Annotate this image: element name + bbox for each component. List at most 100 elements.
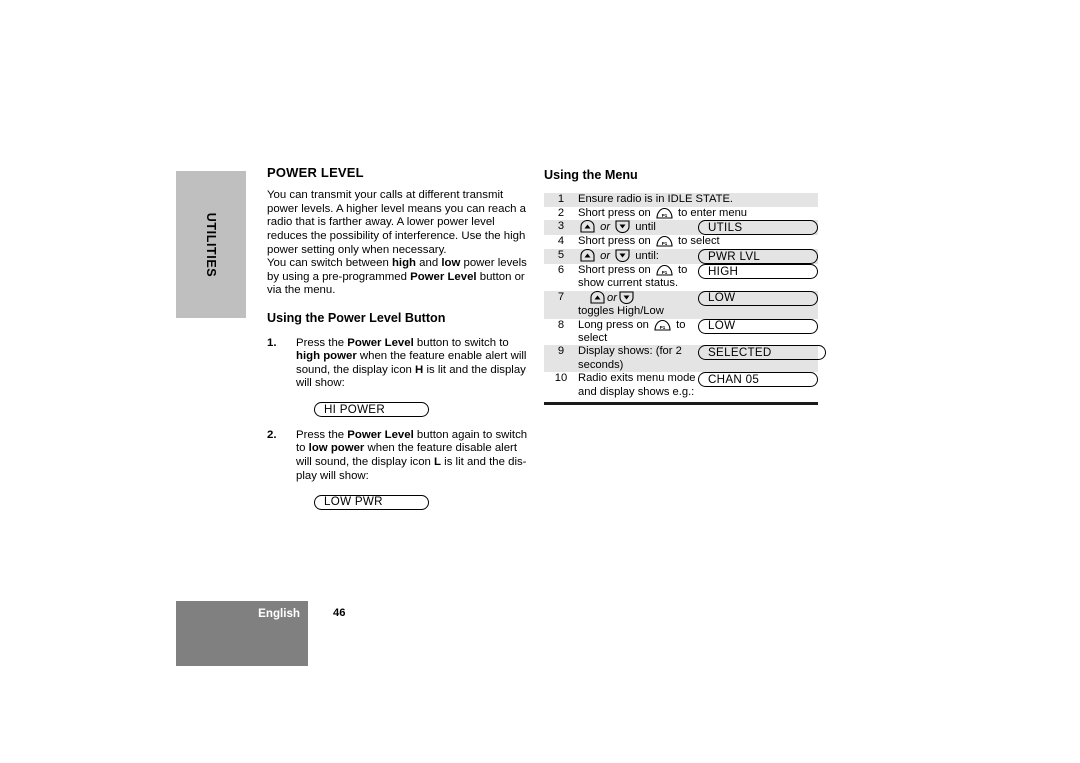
r7-keys: or	[578, 290, 698, 305]
row-display: LOW	[698, 290, 818, 319]
table-row: 4 Short press on P1 to select	[544, 235, 818, 248]
table-row: 8 Long press on P1 to select LOW	[544, 318, 818, 346]
svg-text:P1: P1	[662, 270, 668, 275]
table-row: 7 or toggles High/Low LOW	[544, 290, 818, 319]
lcd-display-pwr-lvl: PWR LVL	[698, 248, 818, 264]
table-row: 6 Short press on P1 to show current stat…	[544, 263, 818, 291]
table-row: 2 Short press on P1 to enter menu	[544, 207, 818, 220]
s1-a: Press the	[296, 336, 348, 349]
lcd-display-selected: SELECTED	[698, 345, 826, 361]
table-row: 9 Display shows: (for 2 seconds) SELECTE…	[544, 345, 826, 373]
row-display: HIGH	[698, 263, 818, 291]
row-instruction: Display shows: (for 2 seconds)	[578, 345, 698, 373]
step-item: 2. Press the Power Level button again to…	[267, 429, 532, 483]
section-subheading-menu: Using the Menu	[544, 168, 638, 182]
s1-high-power: high power	[296, 350, 357, 363]
svg-text:P1: P1	[660, 325, 666, 330]
row-number: 5	[544, 248, 578, 264]
r4-pre: Short press on	[578, 235, 651, 248]
s2-low-power: low power	[308, 442, 365, 455]
row-instruction: Radio exits menu mode and display shows …	[578, 372, 696, 398]
table-row: 1 Ensure radio is in IDLE STATE.	[544, 193, 818, 207]
intro-paragraph-1: You can transmit your calls at different…	[267, 189, 526, 256]
row-instruction: or toggles High/Low	[578, 290, 698, 319]
step-item: 1. Press the Power Level button to switc…	[267, 337, 532, 391]
p2-high: high	[391, 257, 417, 270]
r2-pre: Short press on	[578, 206, 651, 219]
s1-power-level: Power Level	[347, 336, 414, 349]
row-display: CHAN 05	[698, 372, 818, 399]
svg-text:P1: P1	[662, 241, 668, 246]
up-arrow-key-icon	[580, 220, 595, 233]
row-number: 9	[544, 345, 578, 373]
row-number: 8	[557, 318, 565, 331]
down-arrow-key-icon	[619, 291, 634, 304]
chapter-side-tab: UTILITIES	[176, 171, 246, 318]
row-number: 1	[544, 193, 578, 207]
row-number: 7	[544, 290, 578, 319]
s2-a: Press the	[296, 428, 348, 441]
or-label: or	[600, 221, 611, 234]
p1-button-icon: P1	[656, 235, 673, 247]
up-arrow-key-icon	[590, 290, 605, 304]
lcd-display-low-pwr: LOW PWR	[314, 494, 429, 510]
table-row: 5 or until: PWR LVL	[544, 248, 818, 264]
right-column: Using the Menu 1 Ensure radio is in IDLE…	[544, 166, 826, 405]
page-number: 46	[333, 607, 346, 619]
s2-icon-l: L	[434, 456, 441, 469]
row-number: 2	[557, 206, 565, 219]
display-readout-wrap: LOW PWR	[314, 492, 532, 510]
row-instruction: or until	[578, 220, 698, 236]
r3-post: until	[635, 221, 656, 234]
row-display: LOW	[698, 318, 818, 346]
p2-c: and	[416, 257, 442, 270]
row-instruction: Long press on P1 to select	[578, 319, 698, 346]
svg-text:P1: P1	[662, 213, 668, 218]
row-number: 6	[557, 263, 565, 276]
lcd-display-high: HIGH	[698, 263, 818, 279]
section-subheading-button: Using the Power Level Button	[267, 311, 446, 326]
or-label: or	[600, 249, 611, 262]
chapter-side-tab-label: UTILITIES	[204, 212, 218, 277]
row-instruction: Short press on P1 to show current status…	[578, 264, 698, 291]
lcd-display-low-toggle: LOW	[698, 290, 818, 306]
lcd-display-chan: CHAN 05	[698, 372, 818, 388]
r8-pre: Long press on	[578, 318, 649, 331]
r4-post: to select	[677, 235, 720, 248]
p2-low: low	[441, 257, 461, 270]
intro-paragraph-2: You can switch between high and low powe…	[267, 257, 532, 298]
row-display: UTILS	[698, 220, 818, 236]
up-arrow-key-icon	[580, 248, 595, 262]
down-arrow-key-icon	[615, 249, 630, 262]
step-text: Press the Power Level button again to sw…	[296, 429, 532, 483]
p2-power-level: Power Level	[410, 270, 477, 283]
p2-a: You can switch between	[267, 257, 392, 270]
table-row: 10 Radio exits menu mode and display sho…	[544, 372, 818, 399]
table-bottom-rule	[544, 401, 818, 405]
row-instruction: Short press on P1 to select	[578, 235, 818, 248]
s1-c: button to switch to	[413, 336, 509, 349]
step-number: 1.	[267, 336, 277, 349]
lcd-display-low-select: LOW	[698, 318, 818, 334]
row-instruction: Short press on P1 to enter menu	[578, 207, 818, 220]
footer-bar: English	[176, 601, 308, 666]
r2-post: to enter menu	[677, 206, 748, 219]
row-instruction: or until:	[578, 248, 698, 264]
lcd-display-utils: UTILS	[698, 220, 818, 236]
row-number: 4	[557, 235, 565, 248]
page-title: POWER LEVEL	[267, 165, 364, 180]
table-row: 3 or until UTILS	[544, 220, 818, 236]
row-display: PWR LVL	[698, 248, 818, 264]
r7-post: toggles High/Low	[578, 305, 664, 318]
step-number: 2.	[267, 428, 277, 441]
s2-power-level: Power Level	[347, 428, 414, 441]
lcd-display-hi-power: HI POWER	[314, 402, 429, 418]
row-instruction: Ensure radio is in IDLE STATE.	[578, 193, 818, 207]
row-number: 3	[544, 220, 578, 236]
r6-pre: Short press on	[578, 263, 651, 276]
down-arrow-key-icon	[615, 220, 630, 234]
row-number: 10	[554, 372, 568, 385]
document-page: UTILITIES POWER LEVEL You can transmit y…	[0, 0, 1080, 763]
p1-button-icon: P1	[656, 264, 673, 276]
r5-post: until:	[635, 249, 659, 262]
